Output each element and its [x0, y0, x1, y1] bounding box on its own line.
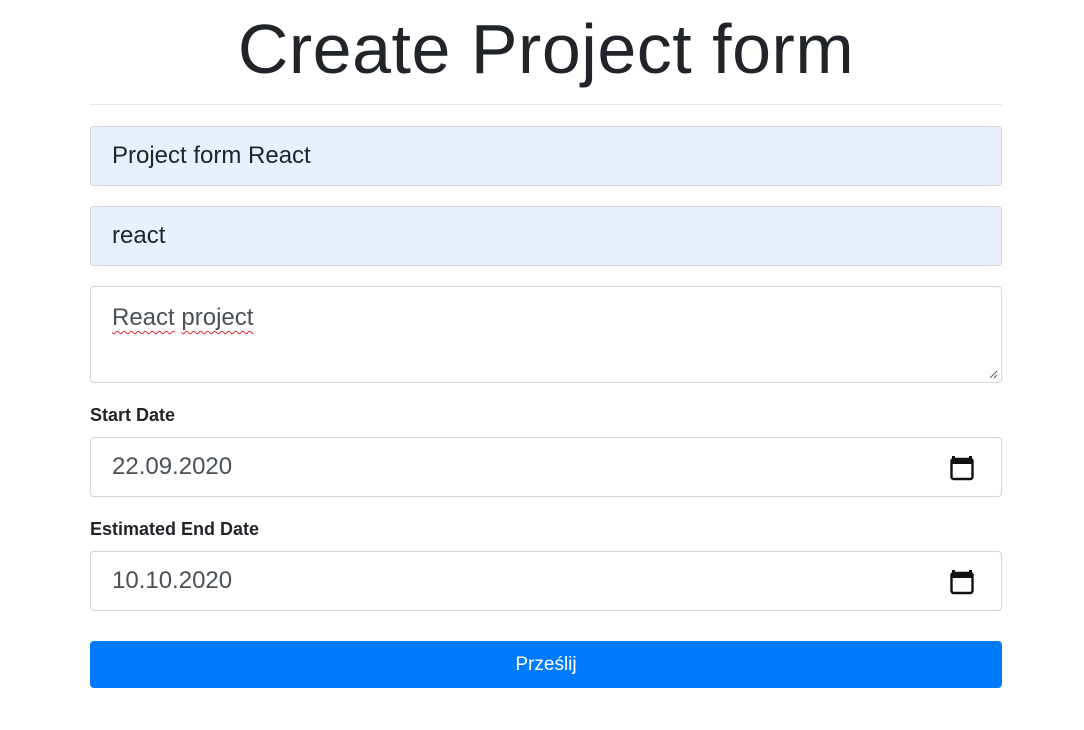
- page-title: Create Project form: [237, 10, 855, 88]
- end-date-label: Estimated End Date: [90, 519, 260, 539]
- create-project-page: Create Project form Project form React r…: [0, 0, 1084, 730]
- start-date-label: Start Date: [90, 405, 176, 425]
- project-name-value: Project form React: [112, 142, 311, 169]
- resize-handle-icon[interactable]: [988, 369, 998, 379]
- end-date-value: 10.10.2020: [112, 567, 233, 594]
- description-textarea[interactable]: React project: [90, 286, 1002, 383]
- start-date-input[interactable]: 22.09.2020: [90, 437, 1002, 497]
- description-word-1: React: [112, 304, 175, 331]
- start-date-value: 22.09.2020: [112, 453, 233, 480]
- project-identifier-value: react: [112, 222, 166, 249]
- project-identifier-input[interactable]: react: [90, 206, 1002, 266]
- project-name-input[interactable]: Project form React: [90, 126, 1002, 186]
- submit-button[interactable]: Prześlij: [90, 641, 1002, 688]
- title-divider: [90, 104, 1002, 105]
- description-word-2: project: [181, 304, 254, 331]
- calendar-icon[interactable]: [950, 569, 974, 595]
- calendar-icon[interactable]: [950, 455, 974, 481]
- end-date-input[interactable]: 10.10.2020: [90, 551, 1002, 611]
